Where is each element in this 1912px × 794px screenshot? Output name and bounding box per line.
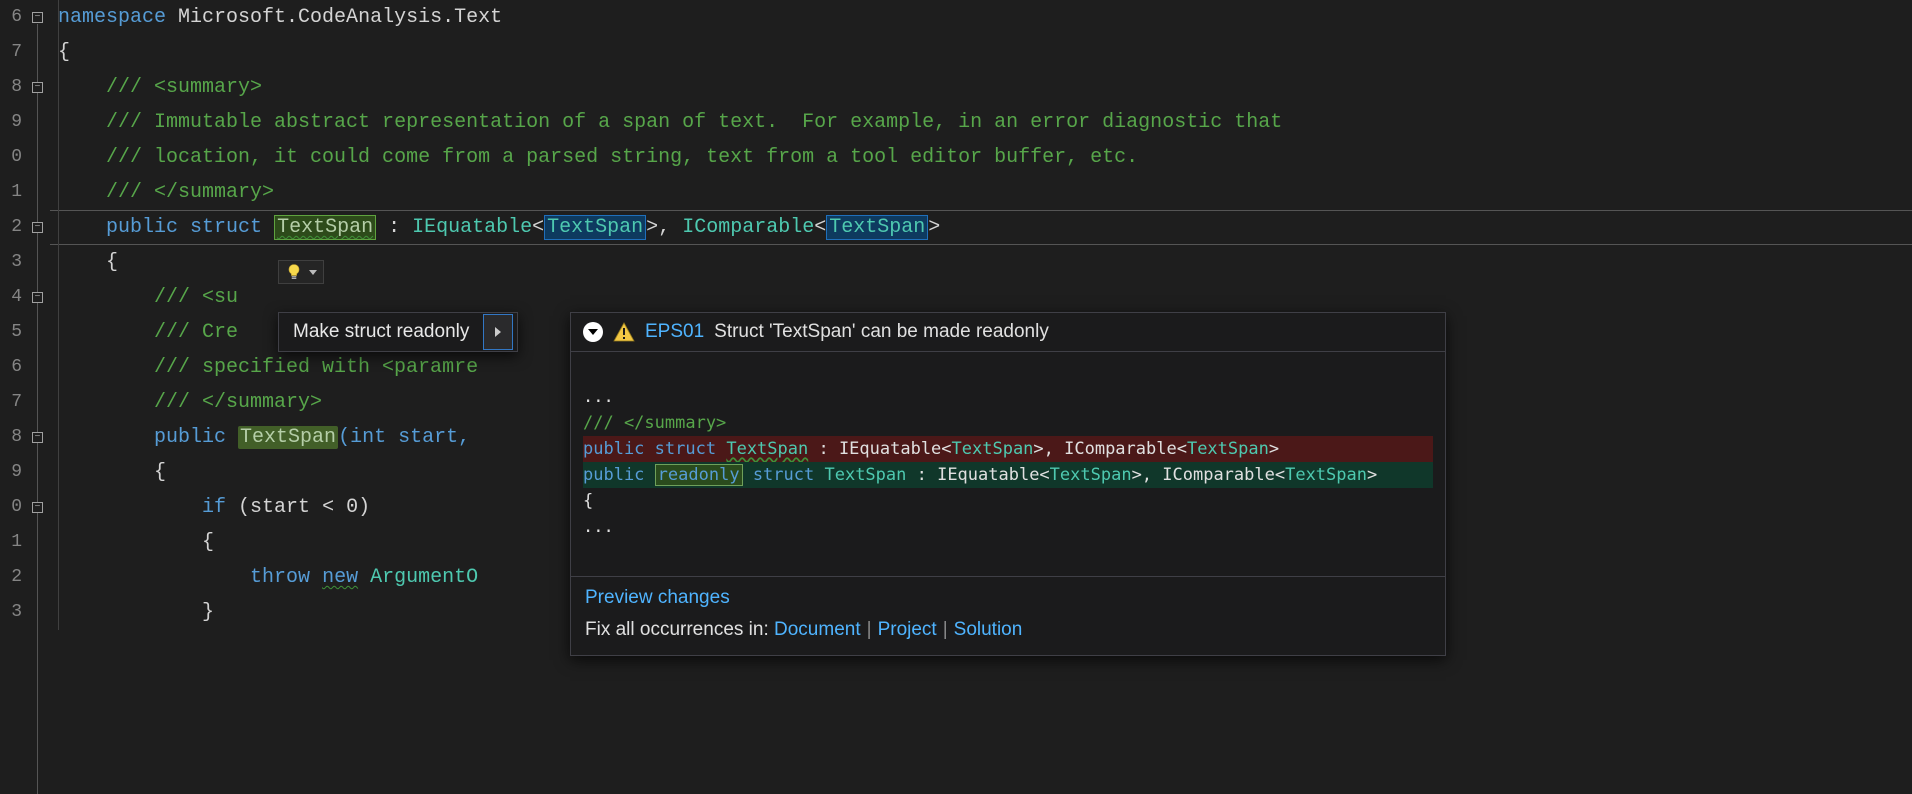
- line-number-gutter: 678901234567890123: [0, 0, 28, 794]
- menu-expand-button[interactable]: [483, 314, 513, 350]
- type-ref: IComparable: [682, 216, 814, 239]
- fold-gutter: − − − − − −: [28, 0, 50, 794]
- fold-toggle[interactable]: −: [32, 12, 43, 23]
- line-number: 2: [0, 210, 22, 245]
- fold-toggle[interactable]: −: [32, 82, 43, 93]
- line-number: 2: [0, 560, 22, 595]
- ctor-signature: (int start,: [338, 426, 470, 449]
- line-number: 9: [0, 455, 22, 490]
- doc-comment: /// <summary>: [106, 76, 262, 99]
- lightbulb-icon: [285, 263, 303, 281]
- doc-comment: /// specified with <paramre: [154, 356, 478, 379]
- struct-name-declaration[interactable]: TextSpan: [274, 215, 376, 240]
- fold-toggle[interactable]: −: [32, 292, 43, 303]
- brace: {: [106, 251, 118, 274]
- brace: {: [202, 531, 214, 554]
- fix-solution-link[interactable]: Solution: [954, 619, 1023, 640]
- quick-action-menu: Make struct readonly: [278, 312, 518, 352]
- chevron-right-icon: [495, 327, 501, 337]
- warning-icon: [613, 322, 635, 342]
- line-number: 8: [0, 420, 22, 455]
- fold-toggle[interactable]: −: [32, 432, 43, 443]
- line-number: 7: [0, 35, 22, 70]
- collapse-button[interactable]: [583, 322, 603, 342]
- fix-all-label: Fix all occurrences in:: [585, 619, 774, 640]
- line-number: 8: [0, 70, 22, 105]
- line-number: 9: [0, 105, 22, 140]
- chevron-down-icon: [588, 329, 598, 335]
- keyword: namespace: [58, 6, 166, 29]
- doc-comment: /// </summary>: [154, 391, 322, 414]
- menu-item-make-readonly[interactable]: Make struct readonly: [279, 313, 483, 351]
- type-ref: ArgumentO: [358, 566, 478, 589]
- doc-comment: /// Immutable abstract representation of…: [106, 111, 1282, 134]
- keyword: if: [202, 496, 226, 519]
- line-number: 0: [0, 490, 22, 525]
- line-number: 0: [0, 140, 22, 175]
- diff-removed-line: public struct TextSpan : IEquatable<Text…: [583, 436, 1433, 462]
- keyword: struct: [190, 216, 262, 239]
- line-number: 1: [0, 525, 22, 560]
- preview-header: EPS01 Struct 'TextSpan' can be made read…: [571, 313, 1445, 352]
- ctor-name: TextSpan: [238, 426, 338, 449]
- diagnostic-message: Struct 'TextSpan' can be made readonly: [714, 321, 1049, 343]
- line-number: 5: [0, 315, 22, 350]
- doc-comment: /// Cre: [154, 321, 238, 344]
- chevron-down-icon: [309, 270, 317, 275]
- doc-comment: /// </summary>: [106, 181, 274, 204]
- diff-preview: ... /// </summary> public struct TextSpa…: [571, 352, 1445, 576]
- line-number: 6: [0, 0, 22, 35]
- rule-code: EPS01: [645, 321, 704, 343]
- brace: }: [202, 601, 214, 624]
- line-number: 3: [0, 245, 22, 280]
- keyword: new: [322, 566, 358, 589]
- diff-added-line: public readonly struct TextSpan : IEquat…: [583, 462, 1433, 488]
- brace: {: [58, 41, 70, 64]
- type-ref[interactable]: TextSpan: [826, 215, 928, 240]
- namespace-name: Microsoft.CodeAnalysis.Text: [166, 6, 502, 29]
- quick-action-preview-panel: EPS01 Struct 'TextSpan' can be made read…: [570, 312, 1446, 656]
- keyword: public: [154, 426, 226, 449]
- keyword: public: [106, 216, 178, 239]
- brace: {: [154, 461, 166, 484]
- fix-document-link[interactable]: Document: [774, 619, 861, 640]
- fold-toggle[interactable]: −: [32, 222, 43, 233]
- line-number: 1: [0, 175, 22, 210]
- type-ref[interactable]: TextSpan: [544, 215, 646, 240]
- fold-toggle[interactable]: −: [32, 502, 43, 513]
- fix-project-link[interactable]: Project: [878, 619, 937, 640]
- type-ref: IEquatable: [412, 216, 532, 239]
- line-number: 3: [0, 595, 22, 630]
- lightbulb-button[interactable]: [278, 260, 324, 284]
- doc-comment: /// <su: [154, 286, 238, 309]
- line-number: 4: [0, 280, 22, 315]
- keyword: throw: [250, 566, 310, 589]
- preview-footer: Preview changes Fix all occurrences in: …: [571, 576, 1445, 655]
- line-number: 6: [0, 350, 22, 385]
- line-number: 7: [0, 385, 22, 420]
- preview-changes-link[interactable]: Preview changes: [585, 587, 730, 608]
- doc-comment: /// location, it could come from a parse…: [106, 146, 1138, 169]
